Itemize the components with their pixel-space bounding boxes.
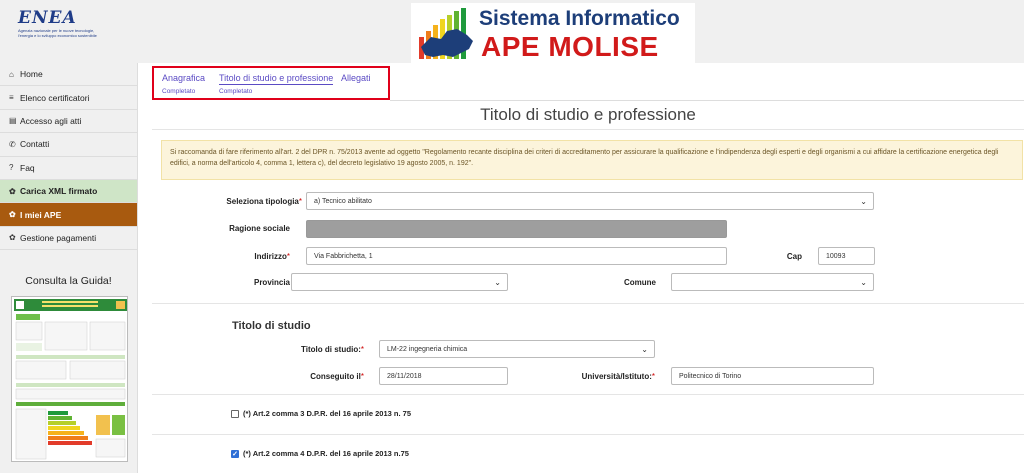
divider	[152, 394, 1024, 395]
sidebar-item-label: Gestione pagamenti	[20, 232, 97, 243]
ragione-sociale-field	[306, 220, 727, 238]
guide-thumbnail[interactable]	[11, 296, 128, 462]
titolo-label: Titolo di studio:*	[301, 345, 364, 354]
tab-status: Completato	[219, 88, 253, 95]
file-icon: ▤	[9, 116, 17, 126]
tab-titolo-studio[interactable]: Titolo di studio e professione Completat…	[219, 73, 334, 95]
ape-molise-banner: Sistema Informatico APE MOLISE	[411, 3, 695, 63]
required-mark: *	[360, 345, 364, 354]
conseguito-value: 28/11/2018	[387, 372, 422, 380]
required-mark: *	[298, 197, 302, 206]
gear-icon: ✿	[9, 210, 16, 220]
sidebar-item-home[interactable]: ⌂ Home	[0, 63, 137, 87]
required-mark: *	[360, 372, 364, 381]
required-mark: *	[651, 372, 655, 381]
sidebar-item-label: Carica XML firmato	[20, 186, 98, 197]
art2-comma4-checkbox-row[interactable]: ✓ (*) Art.2 comma 4 D.P.R. del 16 aprile…	[231, 449, 409, 458]
sidebar-item-label: I miei APE	[20, 209, 62, 220]
sidebar-item-label: Home	[20, 69, 43, 80]
enea-logo-word: ENEA	[18, 8, 77, 28]
info-notice: Si raccomanda di fare riferimento all'ar…	[161, 140, 1023, 180]
divider	[152, 129, 1024, 130]
titolo-select[interactable]: LM-22 ingegneria chimica ⌄	[379, 340, 655, 358]
sidebar-item-label: Elenco certificatori	[20, 92, 90, 103]
art2-comma3-checkbox[interactable]	[231, 409, 239, 418]
comune-select[interactable]: ⌄	[671, 273, 874, 291]
tab-status: Completato	[162, 88, 196, 95]
list-icon: ≡	[9, 93, 14, 103]
tipologia-label: Seleziona tipologia*	[226, 197, 302, 206]
tab-label: Allegati	[341, 73, 371, 83]
guide-document-image	[12, 297, 127, 461]
banner-title-line2: APE MOLISE	[481, 31, 659, 62]
divider	[152, 303, 1024, 304]
conseguito-date-input[interactable]: 28/11/2018	[379, 367, 508, 385]
ragione-sociale-label: Ragione sociale	[229, 224, 290, 233]
enea-logo[interactable]: ENEA Agenzia nazionale per le nuove tecn…	[18, 8, 108, 38]
tab-label: Titolo di studio e professione	[219, 73, 334, 85]
required-mark: *	[286, 252, 290, 261]
universita-label: Università/Istituto:*	[581, 372, 655, 381]
sidebar-item-label: Accesso agli atti	[20, 115, 82, 126]
gear-icon: ✿	[9, 186, 16, 196]
comune-label: Comune	[624, 278, 656, 287]
art2-comma4-checkbox[interactable]: ✓	[231, 449, 239, 458]
art2-comma3-checkbox-row[interactable]: (*) Art.2 comma 3 D.P.R. del 16 aprile 2…	[231, 409, 411, 418]
main-content: Anagrafica Completato Titolo di studio e…	[152, 63, 1024, 473]
provincia-label: Provincia	[253, 278, 290, 287]
indirizzo-input[interactable]: Via Fabbrichetta, 1	[306, 247, 727, 265]
chevron-down-icon: ⌄	[641, 345, 648, 354]
cap-label: Cap	[786, 252, 802, 261]
cap-input[interactable]: 10093	[818, 247, 875, 265]
banner-title-line1: Sistema Informatico	[479, 7, 680, 30]
home-icon: ⌂	[9, 69, 14, 79]
enea-logo-subtitle: Agenzia nazionale per le nuove tecnologi…	[18, 28, 97, 38]
question-icon: ?	[9, 163, 14, 173]
indirizzo-label: Indirizzo*	[254, 252, 290, 261]
sidebar-item-accesso-atti[interactable]: ▤ Accesso agli atti	[0, 110, 137, 134]
phone-icon: ✆	[9, 139, 16, 149]
tab-allegati[interactable]: Allegati	[341, 73, 371, 83]
guide-title: Consulta la Guida!	[25, 275, 112, 288]
universita-input[interactable]: Politecnico di Torino	[671, 367, 874, 385]
tab-anagrafica[interactable]: Anagrafica Completato	[162, 73, 205, 95]
sidebar: ⌂ Home ≡ Elenco certificatori ▤ Accesso agl…	[0, 63, 138, 473]
header: ENEA Agenzia nazionale per le nuove tecn…	[0, 0, 1024, 63]
sidebar-item-faq[interactable]: ? Faq	[0, 157, 137, 180]
molise-map-icon	[419, 8, 473, 59]
conseguito-label: Conseguito il*	[310, 372, 364, 381]
art2-comma3-label: (*) Art.2 comma 3 D.P.R. del 16 aprile 2…	[243, 409, 411, 418]
sidebar-item-elenco-certificatori[interactable]: ≡ Elenco certificatori	[0, 86, 137, 110]
sidebar-item-label: Faq	[20, 162, 35, 173]
tab-divider	[390, 100, 1024, 101]
titolo-studio-section-heading: Titolo di studio	[232, 320, 311, 332]
sidebar-item-contatti[interactable]: ✆ Contatti	[0, 133, 137, 157]
sidebar-item-gestione-pagamenti[interactable]: ✿ Gestione pagamenti	[0, 227, 137, 251]
chevron-down-icon: ⌄	[860, 197, 867, 206]
provincia-select[interactable]: ⌄	[291, 273, 508, 291]
gear-icon: ✿	[9, 233, 16, 243]
titolo-value: LM-22 ingegneria chimica	[387, 345, 468, 353]
cap-value: 10093	[826, 252, 846, 260]
indirizzo-value: Via Fabbrichetta, 1	[314, 252, 373, 260]
tipologia-select[interactable]: a) Tecnico abilitato ⌄	[306, 192, 874, 210]
sidebar-item-carica-xml[interactable]: ✿ Carica XML firmato	[0, 179, 137, 204]
sidebar-item-miei-ape[interactable]: ✿ I miei APE	[0, 203, 137, 227]
sidebar-item-label: Contatti	[20, 139, 50, 150]
tipologia-value: a) Tecnico abilitato	[314, 197, 372, 205]
art2-comma4-label: (*) Art.2 comma 4 D.P.R. del 16 aprile 2…	[243, 449, 409, 458]
divider	[152, 434, 1024, 435]
tab-bar: Anagrafica Completato Titolo di studio e…	[152, 66, 390, 100]
universita-value: Politecnico di Torino	[679, 372, 742, 380]
tab-label: Anagrafica	[162, 73, 206, 83]
page-title: Titolo di studio e professione	[480, 105, 696, 124]
chevron-down-icon: ⌄	[860, 278, 867, 287]
chevron-down-icon: ⌄	[494, 278, 501, 287]
